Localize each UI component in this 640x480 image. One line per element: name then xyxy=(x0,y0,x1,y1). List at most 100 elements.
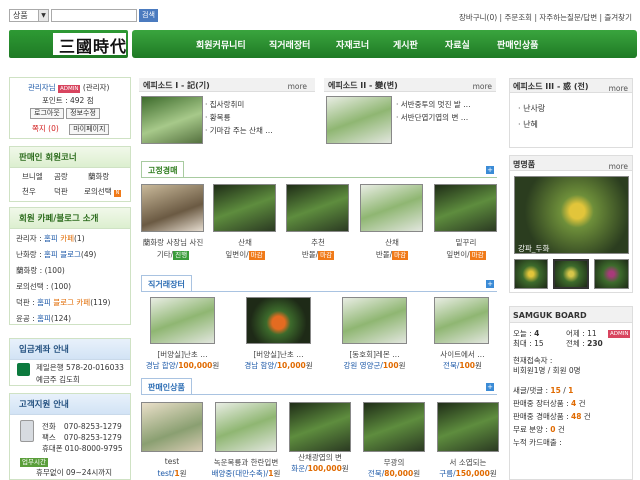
edit-profile-button[interactable]: 정보수정 xyxy=(66,108,100,119)
cafe-link[interactable]: 카페 xyxy=(58,234,74,243)
homepage-link[interactable]: 홈피 xyxy=(44,250,58,259)
tab-auction[interactable]: 고정경매 xyxy=(141,161,185,177)
seller-product-title[interactable]: 산채광엽의 변 xyxy=(280,452,360,463)
cafe-row: 관리자 : 홈피 카페(1) xyxy=(16,233,85,244)
blog-cafe-link[interactable]: 블로그 카페 xyxy=(51,298,90,307)
seller-product-image[interactable] xyxy=(141,402,203,452)
samguk-board-panel: SAMGUK BOARD 오늘 : 4 어제 : 11 ADMIN 최대 : 1… xyxy=(509,306,633,480)
seller-link[interactable]: 로의선택 N xyxy=(84,186,121,197)
seller-product-category: 배양중(대만수축)/ xyxy=(211,469,269,478)
seller-link[interactable]: 천우 xyxy=(22,186,36,197)
episode-1-item[interactable]: · 기마감 주는 산채 … xyxy=(205,124,273,137)
logo[interactable]: 三國時代 xyxy=(9,30,128,58)
cafe-count: (119) xyxy=(90,298,111,307)
blog-link[interactable]: 블로그 xyxy=(58,250,81,259)
episode-3-item[interactable]: · 난사랑 xyxy=(518,101,545,117)
episode-3-item[interactable]: · 난혜 xyxy=(518,117,545,133)
auction-item-title[interactable]: 蘭화랑 사장님 사진 xyxy=(137,237,209,248)
auction-item-title[interactable]: 추천 xyxy=(282,237,354,248)
episode-2-item[interactable]: · 서반중투의 멋진 발 … xyxy=(396,98,471,111)
status-badge: 진행 xyxy=(173,251,190,260)
tab-seller-products[interactable]: 판매인상품 xyxy=(141,378,192,394)
fax-label: 팩스 xyxy=(42,433,56,442)
auction-item-title[interactable]: 산채 xyxy=(209,237,281,248)
auction-item-image[interactable] xyxy=(434,184,497,232)
price-unit: 원 xyxy=(489,469,497,478)
nav-item-market[interactable]: 직거래장터 xyxy=(269,38,310,51)
seller-link[interactable]: 브니엘 xyxy=(22,171,43,182)
direct-item-image[interactable] xyxy=(434,297,489,344)
nav-item-materials[interactable]: 자재코너 xyxy=(336,38,369,51)
direct-item-image[interactable] xyxy=(246,297,311,344)
direct-item-title[interactable]: [버양실]난초 … xyxy=(140,349,225,360)
homepage-link[interactable]: 홈피 xyxy=(37,314,51,323)
direct-item-image[interactable] xyxy=(342,297,407,344)
cafe-count: (100) xyxy=(44,266,65,275)
today-label: 오늘 : xyxy=(513,329,535,338)
famous-thumbnail-selected[interactable] xyxy=(553,259,589,289)
direct-item-title[interactable]: 사이트에서 … xyxy=(420,349,505,360)
auction-plus-icon[interactable]: + xyxy=(486,166,494,174)
nav-item-archive[interactable]: 자료실 xyxy=(445,38,470,51)
famous-panel: 명명품 more 강파_두화 xyxy=(509,155,633,293)
episode-1-item[interactable]: · 집사랑취미 xyxy=(205,98,273,111)
seller-product-category: 구름/ xyxy=(439,469,456,478)
episode-3-more-link[interactable]: more xyxy=(609,84,628,93)
auction-item-title[interactable]: 밑꾸리 xyxy=(430,237,502,248)
homepage-link[interactable]: 홈피 xyxy=(37,298,51,307)
direct-plus-icon[interactable]: + xyxy=(486,280,494,288)
seller-product-image[interactable] xyxy=(437,402,499,452)
seller-link[interactable]: 곰랑 xyxy=(54,171,68,182)
homepage-link[interactable]: 홈피 xyxy=(44,234,58,243)
seller-products-plus-icon[interactable]: + xyxy=(486,383,494,391)
seller-link[interactable]: 蘭화랑 xyxy=(88,171,109,182)
episode-2-item[interactable]: · 서반단엽기엽의 변 … xyxy=(396,111,471,124)
auction-item-image[interactable] xyxy=(141,184,204,232)
seller-product-image[interactable] xyxy=(215,402,277,452)
total-count: 230 xyxy=(587,339,603,348)
episode-2-more-link[interactable]: more xyxy=(473,82,492,91)
direct-item-price: 강원 영양군/100원 xyxy=(332,360,417,371)
tab-direct-market[interactable]: 직거래장터 xyxy=(141,275,192,291)
search-button[interactable]: 검색 xyxy=(139,9,158,22)
search-input[interactable] xyxy=(51,9,137,22)
auction-item-image[interactable] xyxy=(286,184,349,232)
top-links[interactable]: 장바구니(0) | 주문조회 | 자주하는질문/답변 | 즐겨찾기 xyxy=(459,12,632,23)
nav-item-community[interactable]: 회원커뮤니티 xyxy=(196,38,246,51)
episode-2-thumbnail[interactable] xyxy=(326,96,392,144)
seller-product-image[interactable] xyxy=(289,402,351,452)
nav-item-board[interactable]: 게시판 xyxy=(393,38,418,51)
free-unit: 건 xyxy=(555,425,565,434)
seller-product-title[interactable]: 서 소엽되는 xyxy=(428,457,508,468)
seller-product-title[interactable]: test xyxy=(132,457,212,466)
episode-1-item-label: 집사랑취미 xyxy=(209,100,245,109)
seller-corner-panel: 판매인 회원코너 브니엘 곰랑 蘭화랑 천우 덕판 로의선택 N xyxy=(9,146,131,202)
famous-thumbnail[interactable] xyxy=(594,259,629,289)
logout-button[interactable]: 로그아웃 xyxy=(30,108,64,119)
seller-link[interactable]: 덕판 xyxy=(54,186,68,197)
auction-item-title[interactable]: 산채 xyxy=(356,237,428,248)
seller-product-title[interactable]: 녹운복룡과 한란입변 xyxy=(206,457,286,468)
auction-label: 판매중 경매상품 : xyxy=(513,412,571,421)
direct-item-title[interactable]: [버양실]난초 … xyxy=(236,349,321,360)
seller-product-image[interactable] xyxy=(363,402,425,452)
direct-item-title[interactable]: [동호회]레몬 … xyxy=(332,349,417,360)
seller-product-title[interactable]: 무광의 xyxy=(354,457,434,468)
category-select[interactable]: 상품 ▼ xyxy=(9,9,49,22)
famous-thumbnail[interactable] xyxy=(514,259,548,289)
messages-link[interactable]: 쪽지 (0) xyxy=(32,124,59,133)
today-count: 4 xyxy=(534,329,540,338)
nav-item-seller-products[interactable]: 판매인상품 xyxy=(497,38,538,51)
episode-1-thumbnail[interactable] xyxy=(141,96,203,144)
episode-1-more-link[interactable]: more xyxy=(288,82,307,91)
market-label: 판매중 장터상품 : xyxy=(513,399,571,408)
login-panel: 관리자님 ADMIN (관리자) 포인트 : 492 점 로그아웃 정보수정 쪽… xyxy=(9,77,131,139)
episode-1-item[interactable]: · 황복룡 xyxy=(205,111,273,124)
auction-item-image[interactable] xyxy=(213,184,276,232)
episode-1-item-label: 황복룡 xyxy=(209,113,231,122)
mypage-button[interactable]: 마이페이지 xyxy=(69,124,110,135)
direct-item-image[interactable] xyxy=(150,297,215,344)
famous-more-link[interactable]: more xyxy=(609,162,628,171)
member-cafe-title: 회원 카페/블로그 소개 xyxy=(10,208,130,229)
auction-item-image[interactable] xyxy=(360,184,423,232)
